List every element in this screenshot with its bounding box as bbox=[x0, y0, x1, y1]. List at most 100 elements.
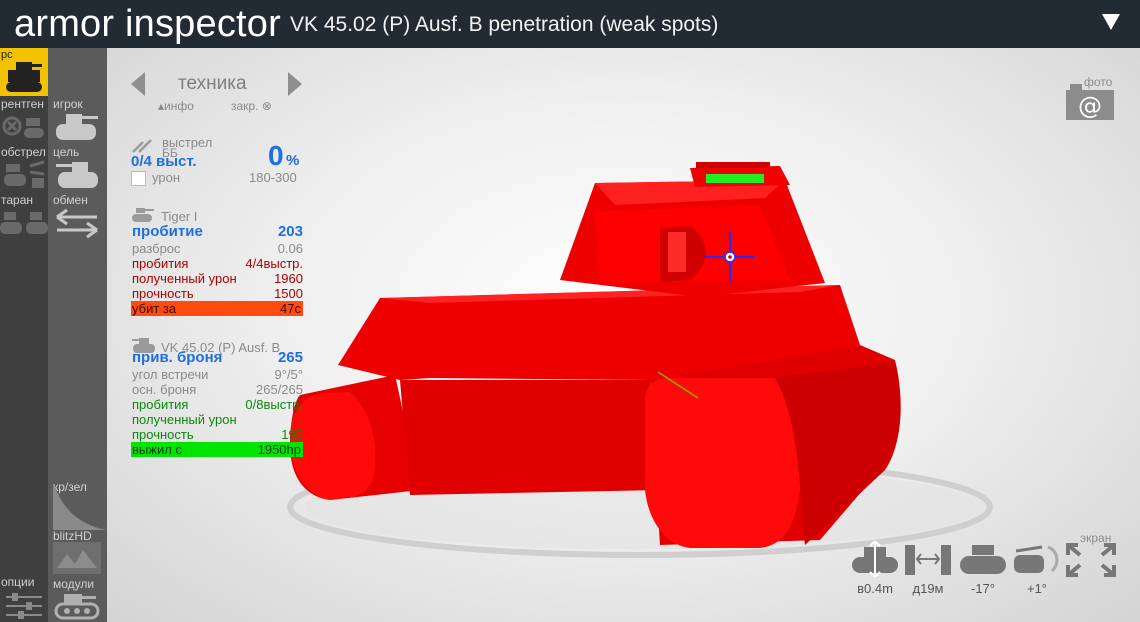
target-row: полученный урон bbox=[131, 412, 303, 427]
swap-arrows-icon bbox=[56, 208, 98, 238]
pitch-value: -17° bbox=[971, 581, 995, 596]
attacker-row: полученный урон 1960 bbox=[131, 271, 303, 286]
row-value: 195 bbox=[281, 427, 303, 442]
gun-barrel-end bbox=[668, 232, 686, 272]
target-row: прочность 195 bbox=[131, 427, 303, 442]
tank-icon bbox=[6, 62, 42, 92]
viewport-3d[interactable] bbox=[107, 48, 1140, 622]
camera-icon[interactable]: @ bbox=[1066, 76, 1116, 122]
row-value: 265/265 bbox=[256, 382, 303, 397]
sidebar-item-target[interactable]: цель bbox=[48, 144, 107, 192]
svg-text:@: @ bbox=[1078, 92, 1102, 120]
sidebar-item-options[interactable]: опции bbox=[0, 574, 48, 622]
close-link[interactable]: закр. ⊗ bbox=[231, 99, 272, 113]
attacker-row: прочность 1500 bbox=[131, 286, 303, 301]
app-title: armor inspector bbox=[14, 3, 281, 45]
attacker-row: разброс 0.06 bbox=[131, 241, 303, 256]
shoot-tank-icon bbox=[4, 160, 45, 188]
damage-label: урон bbox=[152, 170, 180, 185]
attacker-name: Tiger I bbox=[161, 209, 198, 224]
row-key: полученный урон bbox=[132, 412, 237, 427]
row-key: выжил с bbox=[132, 442, 182, 457]
xray-tank-icon bbox=[2, 116, 44, 138]
distance-value: д19м bbox=[912, 581, 944, 596]
right-track-front bbox=[645, 378, 802, 548]
distance-control[interactable]: д19м bbox=[903, 541, 953, 597]
fullscreen-icon[interactable] bbox=[1066, 543, 1116, 577]
row-value: 9°/5° bbox=[274, 367, 303, 382]
row-value: 0/8выстр. bbox=[245, 397, 303, 412]
sidebar-item-redgreen[interactable]: кр/зел bbox=[48, 478, 107, 530]
sidebar-item-modules[interactable]: модули bbox=[48, 574, 107, 622]
sidebar-item-label: обстрел bbox=[1, 145, 46, 159]
tank-title: VK 45.02 (P) Ausf. B penetration (weak s… bbox=[290, 13, 719, 36]
row-key: угол встречи bbox=[132, 367, 209, 382]
row-value: 4/4выстр. bbox=[245, 256, 303, 271]
rotate-tank-icon bbox=[1014, 545, 1059, 573]
row-key: пробития bbox=[132, 256, 189, 271]
info-link[interactable]: ▴инфо bbox=[158, 99, 194, 113]
sidebar-item-label: blitzHD bbox=[53, 529, 92, 543]
sidebar-item-swap[interactable]: обмен bbox=[48, 192, 107, 240]
modules-tank-icon bbox=[54, 594, 100, 620]
title-bar: armor inspector VK 45.02 (P) Ausf. B pen… bbox=[0, 0, 1140, 48]
row-key: пробитие bbox=[132, 223, 203, 240]
row-key: прочность bbox=[132, 427, 194, 442]
sidebar-item-shoot[interactable]: обстрел bbox=[0, 144, 48, 192]
sidebar-item-rs[interactable]: рс bbox=[0, 48, 48, 96]
pitch-tank-icon bbox=[960, 545, 1006, 574]
rotation-control[interactable]: +1° bbox=[1012, 541, 1062, 597]
sidebar-item-blitzhd[interactable]: blitzHD bbox=[48, 528, 107, 576]
sidebar-item-ram[interactable]: таран bbox=[0, 192, 48, 240]
sidebar-item-label: рентген bbox=[1, 97, 44, 111]
sidebar-column-modes: рс рентген обстрел таран опции bbox=[0, 48, 48, 622]
row-key: пробития bbox=[132, 397, 189, 412]
row-key: прив. броня bbox=[132, 349, 223, 366]
sidebar-item-label: обмен bbox=[53, 193, 88, 207]
damage-range: 180-300 bbox=[249, 170, 297, 185]
attacker-row: пробитие 203 bbox=[131, 224, 303, 242]
height-value: в0.4m bbox=[857, 581, 893, 596]
tank-model[interactable] bbox=[107, 48, 1140, 622]
sidebar-item-player[interactable]: игрок bbox=[48, 96, 107, 144]
row-value: 0.06 bbox=[277, 241, 303, 256]
row-value: 265 bbox=[277, 349, 303, 366]
row-key: осн. броня bbox=[132, 382, 197, 397]
row-value: 1950hp bbox=[257, 442, 301, 457]
redgreen-toggle-icon bbox=[53, 482, 107, 530]
target-row: прив. броня 265 bbox=[131, 350, 303, 368]
weak-spot-hatch bbox=[706, 174, 764, 183]
height-tank-icon bbox=[852, 539, 898, 579]
sidebar-item-label: опции bbox=[1, 575, 35, 589]
vehicle-nav-title: техника bbox=[178, 73, 247, 94]
killed-in-bar: убит за 47с bbox=[131, 301, 303, 316]
height-control[interactable]: в0.4m bbox=[850, 539, 900, 597]
player-tank-icon bbox=[56, 114, 98, 140]
row-key: полученный урон bbox=[132, 271, 237, 286]
rotation-value: +1° bbox=[1026, 581, 1048, 596]
penetration-percent: 0 bbox=[268, 140, 284, 171]
row-key: прочность bbox=[132, 286, 194, 301]
row-key: разброс bbox=[132, 241, 181, 256]
cupola-rim bbox=[696, 162, 770, 168]
row-value: 1960 bbox=[274, 271, 303, 286]
ram-tank-icon bbox=[0, 212, 48, 234]
target-tank-icon bbox=[56, 162, 98, 188]
sliders-icon bbox=[6, 593, 42, 619]
menu-dropdown-icon[interactable] bbox=[1100, 10, 1122, 32]
attacker-row: пробития 4/4выстр. bbox=[131, 256, 303, 271]
next-vehicle-arrow[interactable] bbox=[288, 72, 302, 96]
prev-vehicle-arrow[interactable] bbox=[131, 72, 145, 96]
sidebar-item-label: таран bbox=[1, 193, 34, 207]
damage-checkbox[interactable] bbox=[131, 171, 146, 186]
survived-with-bar: выжил с 1950hp bbox=[131, 442, 303, 457]
target-row: осн. броня 265/265 bbox=[131, 382, 303, 397]
texture-icon bbox=[53, 542, 101, 574]
row-value: 203 bbox=[277, 223, 303, 240]
hull-front bbox=[400, 380, 660, 495]
target-row: пробития 0/8выстр. bbox=[131, 397, 303, 412]
pitch-control[interactable]: -17° bbox=[958, 541, 1008, 597]
row-value: 47с bbox=[280, 301, 301, 316]
target-row: угол встречи 9°/5° bbox=[131, 367, 303, 382]
sidebar-item-xray[interactable]: рентген bbox=[0, 96, 48, 144]
